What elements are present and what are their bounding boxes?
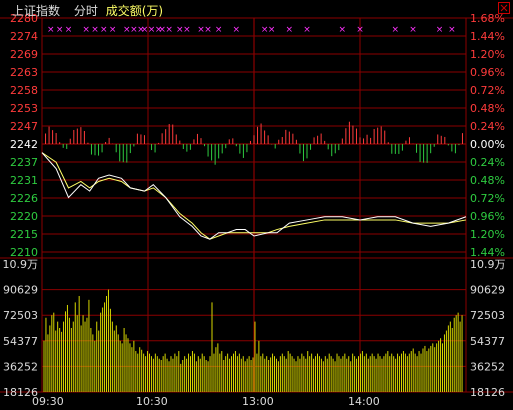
price-tick-label: 2247 [10,120,38,133]
event-marker: × [82,25,90,35]
volume-tick-label-right: 36252 [470,360,505,373]
pct-tick-label: 1.20% [470,228,505,241]
mode-label: 分时 [73,4,98,18]
pct-tick-label: 1.20% [470,48,505,61]
event-marker: × [303,25,311,35]
price-tick-label: 2274 [10,30,38,43]
time-tick-label: 13:00 [242,395,274,408]
time-tick-label: 14:00 [348,395,380,408]
event-marker: × [339,25,347,35]
volume-tick-label-right: 90629 [470,284,505,297]
event-marker: × [268,25,276,35]
price-tick-label: 2253 [10,102,38,115]
event-marker: × [356,25,364,35]
price-tick-label: 2226 [10,192,38,205]
event-marker: × [436,25,444,35]
event-marker: × [56,25,64,35]
pct-tick-label: 0.00% [470,138,505,151]
price-tick-label: 2269 [10,48,38,61]
pct-tick-label: 0.72% [470,192,505,205]
volume-tick-label-right: 72503 [470,309,505,322]
event-marker: × [392,25,400,35]
price-tick-label: 2237 [10,156,38,169]
volume-tick-label: 10.9万 [3,258,39,271]
event-marker: × [65,25,73,35]
event-marker: × [91,25,99,35]
volume-tick-label: 54377 [3,335,38,348]
price-tick-label: 2231 [10,174,38,187]
volume-tick-label-right: 18126 [470,386,505,399]
price-tick-label: 2258 [10,84,38,97]
pct-tick-label: 0.96% [470,66,505,79]
event-marker: × [286,25,294,35]
volume-tick-label: 90629 [3,284,38,297]
volume-tick-label-right: 54377 [470,335,505,348]
price-tick-label: 2242 [10,138,38,151]
volume-tick-label-right: 10.9万 [470,258,506,271]
index-name: 上证指数 [12,4,61,18]
event-marker: × [183,25,191,35]
header-bar: 上证指数 分时 成交额(万) [12,2,163,19]
event-marker: × [448,25,456,35]
price-tick-label: 2263 [10,66,38,79]
event-marker: × [165,25,173,35]
event-marker: × [233,25,241,35]
event-marker: × [215,25,223,35]
pct-tick-label: 0.96% [470,210,505,223]
time-tick-label: 09:30 [32,395,64,408]
pct-tick-label: 1.44% [470,30,505,43]
volume-tick-label: 36252 [3,360,38,373]
event-marker: × [409,25,417,35]
price-tick-label: 2220 [10,210,38,223]
pct-tick-label: 0.72% [470,84,505,97]
event-marker: × [100,25,108,35]
pct-tick-label: 0.48% [470,102,505,115]
event-marker: × [109,25,117,35]
time-tick-label: 10:30 [136,395,168,408]
pct-tick-label: 0.24% [470,156,505,169]
pct-tick-label: 0.48% [470,174,505,187]
close-icon[interactable] [498,2,510,14]
intraday-chart: 2280 1.68%2274 1.44%2269 1.20%2263 0.96%2258… [0,12,513,408]
price-tick-label: 2215 [10,228,38,241]
volume-tick-label: 72503 [3,309,38,322]
volume-label: 成交额(万) [105,4,164,18]
pct-tick-label: 0.24% [470,120,505,133]
event-marker: × [47,25,55,35]
event-marker: × [204,25,212,35]
